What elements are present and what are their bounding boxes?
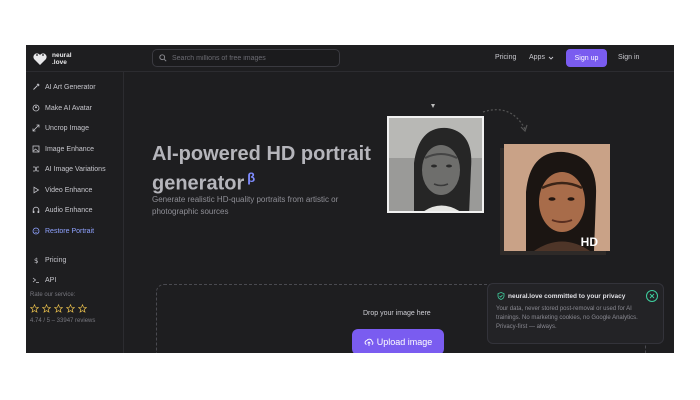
sidebar-item-label: AI Art Generator: [45, 83, 96, 91]
sidebar-item-api[interactable]: API: [32, 274, 56, 286]
sidebar-item-label: AI Image Variations: [45, 165, 106, 173]
sidebar-item-label: Restore Portrait: [45, 227, 95, 235]
privacy-title-text: neural.love committed to your privacy: [508, 292, 626, 300]
original-portrait-image: [387, 116, 484, 213]
top-bar: neural .love Pricing Apps Sign up Sign i…: [26, 45, 674, 72]
neural-love-logo-icon: [33, 53, 47, 65]
rate-label: Rate our service:: [30, 292, 76, 298]
search-input[interactable]: [172, 54, 332, 62]
signin-link[interactable]: Sign in: [618, 54, 639, 61]
arrow-marker-icon: [431, 104, 435, 108]
image-icon: [32, 145, 40, 153]
sidebar-item-label: Uncrop Image: [45, 124, 89, 132]
browser-viewport: neural .love Pricing Apps Sign up Sign i…: [26, 45, 674, 353]
privacy-notice-body: Your data, never stored post-removal or …: [496, 306, 638, 330]
face-icon: [32, 227, 40, 235]
nav-apps-label: Apps: [529, 54, 545, 61]
sidebar-item-restore-portrait[interactable]: Restore Portrait: [32, 225, 94, 237]
upload-image-button[interactable]: Upload image: [352, 329, 444, 353]
nav-apps-menu[interactable]: Apps: [529, 54, 554, 61]
enhanced-portrait-image: HD: [504, 144, 610, 251]
sidebar-item-label: Video Enhance: [45, 186, 93, 194]
play-icon: [32, 186, 40, 194]
sidebar-item-video-enhance[interactable]: Video Enhance: [32, 184, 92, 196]
sidebar: AI Art Generator Make AI Avatar Uncrop I…: [26, 72, 124, 353]
sidebar-item-image-enhance[interactable]: Image Enhance: [32, 143, 94, 155]
logo-line2: .love: [52, 59, 67, 66]
sidebar-item-pricing[interactable]: $ Pricing: [32, 254, 66, 266]
nav-pricing-link[interactable]: Pricing: [495, 54, 516, 61]
avatar-icon: [32, 104, 40, 112]
headphones-icon: [32, 206, 40, 214]
star-icon[interactable]: [66, 304, 75, 313]
sidebar-item-label: API: [45, 276, 57, 284]
hd-label: HD: [580, 235, 598, 249]
upload-image-label: Upload image: [376, 337, 433, 347]
rating-stars[interactable]: [30, 304, 90, 313]
star-icon[interactable]: [42, 304, 51, 313]
logo-line1: neural: [52, 52, 72, 59]
page-subtitle: Generate realistic HD-quality portraits …: [152, 195, 339, 216]
dropzone-text: Drop your image here: [363, 310, 431, 317]
page-title: AI-powered HD portrait generator β: [152, 142, 392, 196]
close-privacy-button[interactable]: [646, 290, 658, 302]
privacy-notice: neural.love committed to your privacy Yo…: [487, 283, 664, 344]
sidebar-item-label: Audio Enhance: [45, 206, 93, 214]
sidebar-item-label: Make AI Avatar: [45, 104, 92, 112]
dollar-icon: $: [32, 256, 40, 264]
search-icon: [159, 54, 167, 62]
reviews-summary: 4.74 / 5 – 33947 reviews: [30, 318, 96, 324]
sidebar-item-label: Pricing: [45, 256, 67, 264]
transform-arrow-icon: [482, 109, 528, 133]
search-box[interactable]: [152, 49, 340, 67]
shuffle-icon: [32, 165, 40, 173]
svg-text:$: $: [34, 257, 38, 264]
upload-cloud-icon: [364, 338, 374, 346]
star-icon[interactable]: [54, 304, 63, 313]
sidebar-item-uncrop-image[interactable]: Uncrop Image: [32, 122, 89, 134]
privacy-notice-title: neural.love committed to your privacy: [497, 292, 625, 300]
shield-check-icon: [497, 292, 505, 300]
brush-icon: [32, 83, 40, 91]
logo[interactable]: neural .love: [32, 50, 82, 68]
logo-text: neural .love: [52, 52, 72, 66]
sidebar-item-ai-image-variations[interactable]: AI Image Variations: [32, 163, 106, 175]
chevron-down-icon: [548, 56, 554, 60]
signup-button[interactable]: Sign up: [566, 49, 607, 67]
sidebar-item-label: Image Enhance: [45, 145, 95, 153]
sidebar-item-make-ai-avatar[interactable]: Make AI Avatar: [32, 102, 92, 114]
sidebar-item-ai-art-generator[interactable]: AI Art Generator: [32, 81, 96, 93]
page-title-text: AI-powered HD portrait generator: [152, 143, 371, 195]
star-icon[interactable]: [30, 304, 39, 313]
close-icon: [649, 293, 655, 299]
terminal-icon: [32, 276, 40, 284]
expand-icon: [32, 124, 40, 132]
sidebar-item-audio-enhance[interactable]: Audio Enhance: [32, 204, 92, 216]
star-icon[interactable]: [78, 304, 87, 313]
beta-badge: β: [247, 170, 256, 185]
